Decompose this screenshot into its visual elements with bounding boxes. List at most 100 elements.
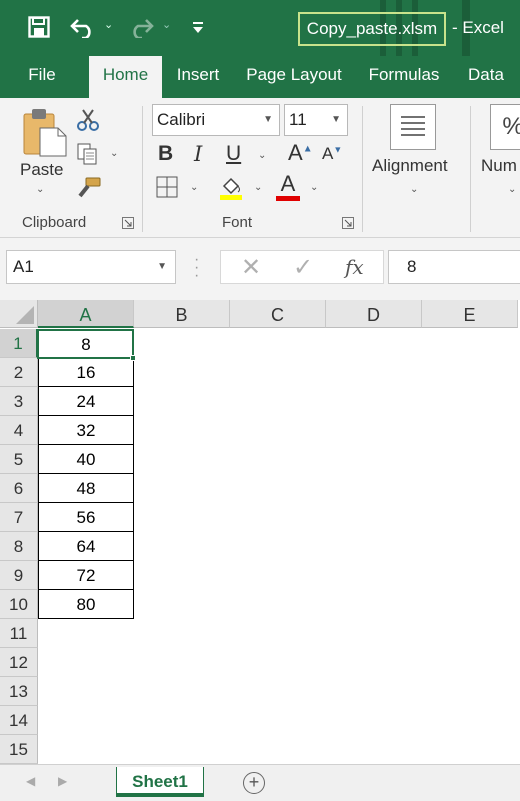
- row-header-2[interactable]: 2: [0, 358, 38, 387]
- paste-icon[interactable]: [22, 106, 68, 158]
- group-separator: [470, 106, 471, 232]
- undo-dropdown-icon[interactable]: ⌄: [104, 18, 113, 31]
- alignment-dropdown-icon[interactable]: ⌄: [410, 184, 418, 195]
- underline-dropdown-icon[interactable]: ⌄: [258, 150, 266, 161]
- formula-input[interactable]: 8: [388, 250, 520, 284]
- font-name-combo[interactable]: Calibri ▼: [152, 104, 280, 136]
- select-all-triangle-icon: [16, 306, 34, 324]
- font-group-label: Font: [222, 214, 253, 231]
- add-sheet-button[interactable]: +: [243, 772, 265, 794]
- row-header-13[interactable]: 13: [0, 677, 38, 706]
- more-options-icon[interactable]: · · ·: [194, 252, 199, 284]
- clipboard-group-label: Clipboard: [22, 214, 87, 231]
- alignment-button[interactable]: Alignment: [372, 156, 448, 176]
- enter-icon[interactable]: ✓: [293, 253, 313, 282]
- title-bar: ⌄ ⌄ Copy_paste.xlsm - Excel: [0, 0, 520, 56]
- shrink-font-label: A: [322, 144, 334, 163]
- cut-icon[interactable]: [76, 108, 100, 132]
- font-name-value: Calibri: [157, 110, 206, 129]
- active-cell-outline: [37, 329, 134, 359]
- column-header-c[interactable]: C: [230, 300, 326, 328]
- cell-a9[interactable]: 72: [38, 561, 134, 590]
- column-header-b[interactable]: B: [134, 300, 230, 328]
- font-size-value: 11: [289, 110, 307, 129]
- scroll-left-icon[interactable]: ◀: [26, 774, 35, 788]
- row-header-8[interactable]: 8: [0, 532, 38, 561]
- row-header-5[interactable]: 5: [0, 445, 38, 474]
- name-box[interactable]: A1 ▼: [6, 250, 176, 284]
- caret-up-icon: ▲: [302, 143, 313, 155]
- cell-a10[interactable]: 80: [38, 590, 134, 619]
- font-size-combo[interactable]: 11 ▼: [284, 104, 348, 136]
- align-lines-icon: [401, 116, 425, 136]
- save-icon[interactable]: [28, 16, 50, 38]
- grow-font-label: A: [288, 140, 303, 165]
- chevron-down-icon[interactable]: ▼: [157, 251, 167, 283]
- ribbon-tabs: File Home Insert Page Layout Formulas Da…: [0, 56, 520, 98]
- cell-a7[interactable]: 56: [38, 503, 134, 532]
- alignment-icon[interactable]: [390, 104, 436, 150]
- copy-icon[interactable]: [76, 142, 100, 166]
- copy-dropdown-icon[interactable]: ⌄: [110, 148, 118, 159]
- chevron-down-icon[interactable]: ▼: [331, 105, 341, 135]
- cell-a8[interactable]: 64: [38, 532, 134, 561]
- cell-a6[interactable]: 48: [38, 474, 134, 503]
- cell-a4[interactable]: 32: [38, 416, 134, 445]
- paste-dropdown-icon[interactable]: ⌄: [36, 184, 44, 195]
- row-header-1[interactable]: 1: [0, 329, 38, 358]
- cancel-icon[interactable]: ✕: [241, 253, 261, 282]
- tab-home[interactable]: Home: [89, 56, 162, 98]
- tab-data[interactable]: Data: [460, 56, 512, 98]
- row-header-15[interactable]: 15: [0, 735, 38, 764]
- tab-formulas[interactable]: Formulas: [360, 56, 448, 98]
- clipboard-dialog-launcher-icon[interactable]: [122, 217, 134, 229]
- insert-function-icon[interactable]: fx: [345, 255, 364, 279]
- number-format-icon[interactable]: %: [490, 104, 520, 150]
- column-header-d[interactable]: D: [326, 300, 422, 328]
- row-header-4[interactable]: 4: [0, 416, 38, 445]
- chevron-down-icon[interactable]: ▼: [263, 105, 273, 135]
- worksheet-grid[interactable]: A B C D E 1 2 3 4 5 6 7 8 9 10 11 12 13 14 15 8 16 24 32 40 48 56 6…: [0, 300, 520, 764]
- column-header-a[interactable]: A: [38, 300, 134, 328]
- grow-font-button[interactable]: A▲: [288, 140, 313, 166]
- scroll-right-icon[interactable]: ▶: [58, 774, 67, 788]
- undo-icon[interactable]: [70, 16, 96, 38]
- format-painter-icon[interactable]: [76, 176, 102, 200]
- select-all-button[interactable]: [0, 300, 38, 328]
- borders-dropdown-icon[interactable]: ⌄: [190, 182, 198, 193]
- italic-button[interactable]: I: [194, 142, 202, 166]
- row-header-11[interactable]: 11: [0, 619, 38, 648]
- formula-bar: A1 ▼ · · · ✕ ✓ fx 8: [0, 238, 520, 300]
- row-header-12[interactable]: 12: [0, 648, 38, 677]
- fill-color-dropdown-icon[interactable]: ⌄: [254, 182, 262, 193]
- font-color-button[interactable]: A: [276, 172, 300, 201]
- sheet-tab-sheet1[interactable]: Sheet1: [116, 767, 204, 797]
- row-header-14[interactable]: 14: [0, 706, 38, 735]
- fill-color-icon[interactable]: [218, 174, 244, 200]
- customize-toolbar-icon[interactable]: [192, 20, 204, 34]
- row-header-10[interactable]: 10: [0, 590, 38, 619]
- sheet-tab-bar: ◀ ▶ Sheet1 +: [0, 764, 520, 801]
- row-header-3[interactable]: 3: [0, 387, 38, 416]
- row-header-7[interactable]: 7: [0, 503, 38, 532]
- tab-page-layout[interactable]: Page Layout: [240, 56, 348, 98]
- fill-handle[interactable]: [130, 355, 136, 361]
- underline-button[interactable]: U: [226, 142, 241, 166]
- cell-a2[interactable]: 16: [38, 358, 134, 387]
- row-header-6[interactable]: 6: [0, 474, 38, 503]
- cell-a5[interactable]: 40: [38, 445, 134, 474]
- font-dialog-launcher-icon[interactable]: [342, 217, 354, 229]
- font-color-dropdown-icon[interactable]: ⌄: [310, 182, 318, 193]
- tab-file[interactable]: File: [18, 56, 66, 98]
- shrink-font-button[interactable]: A▼: [322, 144, 342, 164]
- number-dropdown-icon[interactable]: ⌄: [508, 184, 516, 195]
- borders-icon[interactable]: [156, 176, 178, 198]
- app-name: - Excel: [452, 18, 504, 37]
- row-header-9[interactable]: 9: [0, 561, 38, 590]
- cell-a3[interactable]: 24: [38, 387, 134, 416]
- bold-button[interactable]: B: [158, 142, 173, 166]
- column-header-e[interactable]: E: [422, 300, 518, 328]
- paste-button[interactable]: Paste: [20, 160, 63, 180]
- tab-insert[interactable]: Insert: [168, 56, 228, 98]
- number-button[interactable]: Num: [481, 156, 517, 176]
